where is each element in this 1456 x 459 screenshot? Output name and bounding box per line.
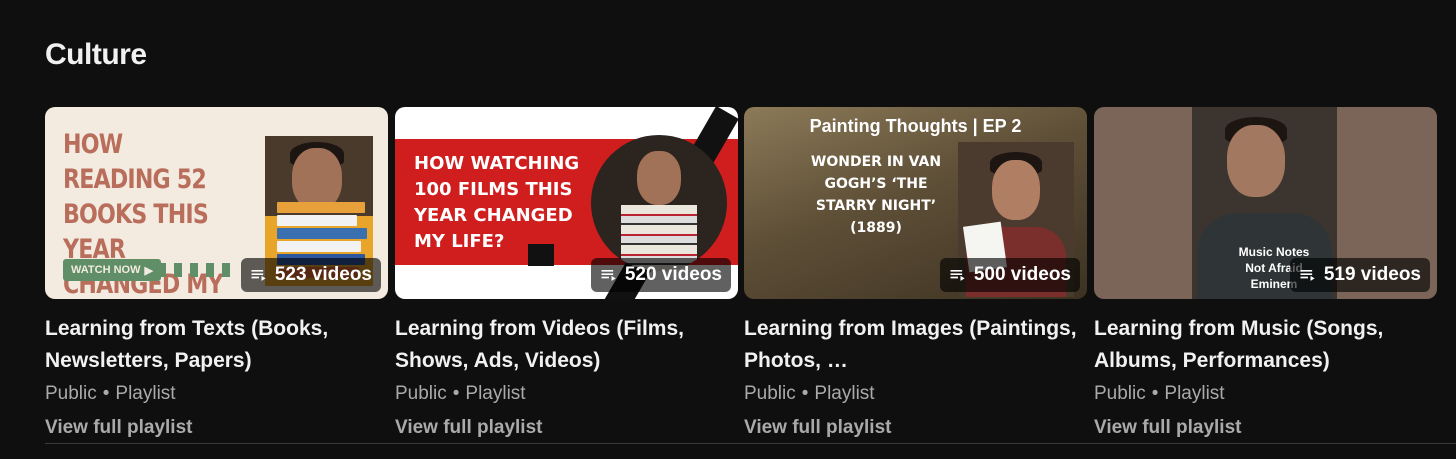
- episode-label: Painting Thoughts | EP 2: [809, 116, 1022, 136]
- video-count-badge: 520 videos: [590, 258, 731, 292]
- playlist-meta: Public • Playlist: [45, 383, 176, 404]
- playlist-thumbnail[interactable]: HOW READING 52 BOOKS THIS YEAR CHANGED M…: [45, 107, 388, 299]
- play-circle-icon: ▶: [144, 264, 153, 277]
- playlist-meta: Public • Playlist: [1094, 383, 1225, 404]
- playlist-title[interactable]: Learning from Texts (Books, Newsletters,…: [45, 313, 388, 377]
- playlist-icon: [251, 270, 266, 281]
- video-count-badge: 523 videos: [240, 258, 381, 292]
- playlist-title[interactable]: Learning from Videos (Films, Shows, Ads,…: [395, 313, 738, 377]
- thumbnail-headline: WONDER IN VAN GOGH’S ‘THE STARRY NIGHT’ …: [810, 154, 942, 236]
- view-full-playlist-link[interactable]: View full playlist: [744, 417, 1087, 439]
- playlist-icon: [1300, 270, 1315, 281]
- video-count-badge: 500 videos: [939, 258, 1080, 292]
- video-count-badge: 519 videos: [1289, 258, 1430, 292]
- thumbnail-photo: [591, 135, 727, 271]
- view-full-playlist-link[interactable]: View full playlist: [45, 417, 388, 439]
- section-title: Culture: [45, 38, 147, 71]
- playlist-card-1[interactable]: HOW READING 52 BOOKS THIS YEAR CHANGED M…: [45, 107, 388, 439]
- playlist-card-3[interactable]: Painting Thoughts | EP 2 WONDER IN VAN G…: [744, 107, 1087, 439]
- clapperboard-icon: [528, 244, 554, 266]
- playlist-meta: Public • Playlist: [744, 383, 875, 404]
- checker-pattern: [158, 263, 234, 277]
- playlist-title[interactable]: Learning from Images (Paintings, Photos,…: [744, 313, 1087, 377]
- watch-now-badge: WATCH NOW ▶: [63, 259, 161, 281]
- playlist-meta: Public • Playlist: [395, 383, 526, 404]
- view-full-playlist-link[interactable]: View full playlist: [395, 417, 738, 439]
- playlist-card-4[interactable]: Music Notes Not Afraid Eminem 519 videos…: [1094, 107, 1437, 439]
- playlist-icon: [601, 270, 616, 281]
- divider: [45, 443, 1456, 444]
- playlist-thumbnail[interactable]: Music Notes Not Afraid Eminem 519 videos: [1094, 107, 1437, 299]
- playlist-thumbnail[interactable]: Painting Thoughts | EP 2 WONDER IN VAN G…: [744, 107, 1087, 299]
- playlist-title[interactable]: Learning from Music (Songs, Albums, Perf…: [1094, 313, 1437, 377]
- view-full-playlist-link[interactable]: View full playlist: [1094, 417, 1437, 439]
- playlist-thumbnail[interactable]: HOW WATCHING 100 FILMS THIS YEAR CHANGED…: [395, 107, 738, 299]
- playlist-card-2[interactable]: HOW WATCHING 100 FILMS THIS YEAR CHANGED…: [395, 107, 738, 439]
- playlist-icon: [950, 270, 965, 281]
- thumbnail-headline: HOW WATCHING 100 FILMS THIS YEAR CHANGED…: [414, 153, 580, 252]
